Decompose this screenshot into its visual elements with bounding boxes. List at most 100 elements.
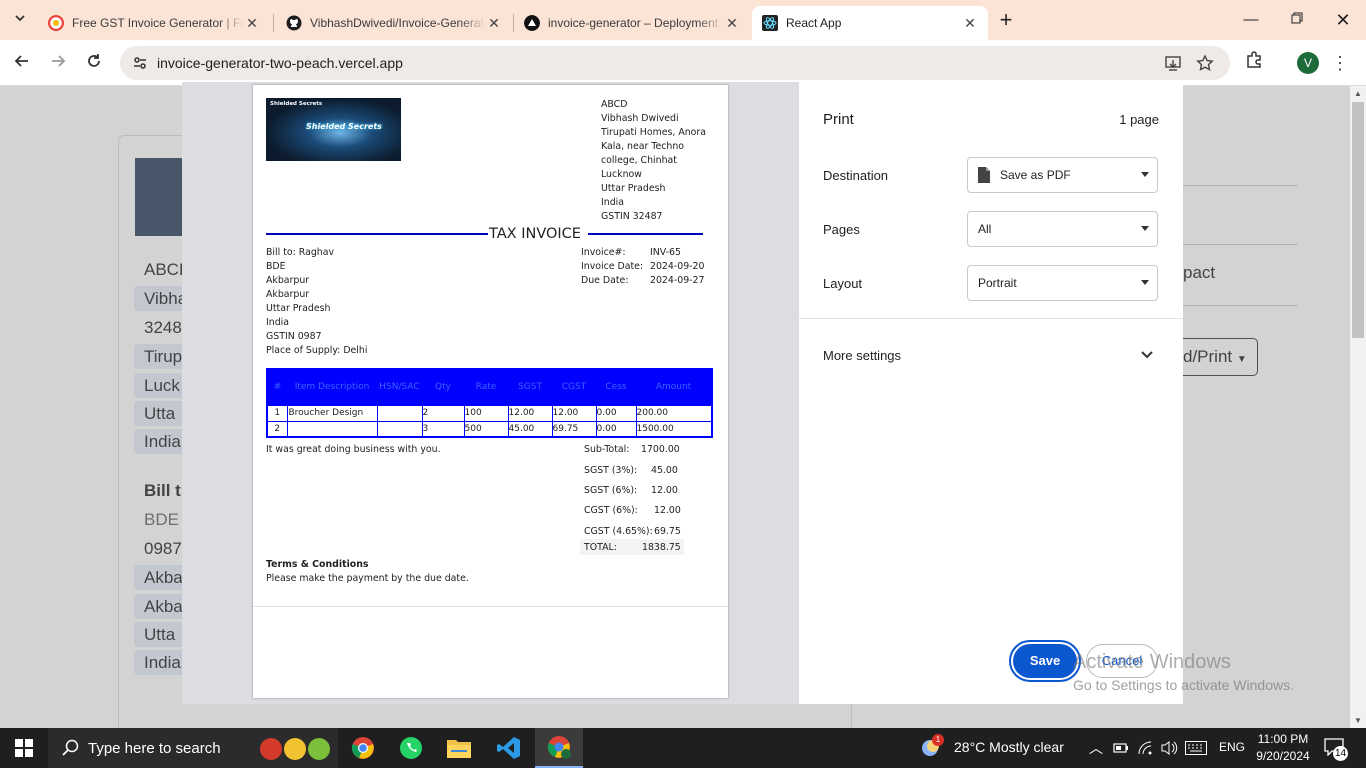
new-tab-button[interactable]: + [993,8,1019,32]
profile-avatar[interactable]: V [1297,52,1319,74]
dropdown-caret-icon [1141,172,1149,177]
layout-value: Portrait [978,276,1017,290]
install-app-icon[interactable] [1164,54,1182,72]
table-cell: 45.00 [507,420,553,438]
page-count: 1 page [1119,112,1159,127]
clock-time[interactable]: 11:00 PM [1252,732,1314,746]
restore-icon[interactable] [1284,8,1310,32]
more-settings-label[interactable]: More settings [823,348,901,363]
chrome-profile-icon [547,736,571,759]
weather-icon[interactable]: 1 [918,734,944,760]
table-cell: 0.00 [595,404,637,422]
tray-chevron-up-icon[interactable]: ︿ [1089,738,1103,758]
seller-line: college, Chinhat [601,155,677,166]
table-cell: 69.75 [551,420,597,438]
close-tab-icon[interactable]: ✕ [962,15,978,32]
bill-to-line: GSTIN 0987 [266,331,322,342]
arrow-right-icon [52,55,66,67]
address-bar[interactable]: invoice-generator-two-peach.vercel.app [120,46,1230,80]
destination-label: Destination [823,168,889,183]
taskbar-vscode[interactable] [485,728,533,768]
table-cell: 1 [266,404,288,422]
table-cell: 12.00 [551,404,597,422]
pages-select[interactable]: All [967,211,1158,247]
tab-react-app[interactable]: React App ✕ [752,6,988,40]
vercel-icon [524,15,540,31]
keyboard-icon[interactable] [1185,741,1207,755]
page-scrollbar[interactable]: ▲ ▼ [1350,86,1366,728]
tax-value: 12.00 [654,505,681,516]
layout-select[interactable]: Portrait [967,265,1158,301]
invoice-date-label: Invoice Date: [581,261,644,272]
minimize-icon[interactable]: — [1238,8,1264,32]
site-settings-icon[interactable] [132,55,148,71]
save-button[interactable]: Save [1009,640,1081,682]
bookmark-star-icon[interactable] [1196,54,1214,72]
battery-icon[interactable] [1113,741,1129,755]
browser-menu-icon[interactable]: ⋮ [1328,51,1352,75]
activation-watermark-subtitle: Go to Settings to activate Windows. [1073,677,1294,693]
close-tab-icon[interactable]: ✕ [244,15,260,32]
terms-heading: Terms & Conditions [266,559,369,570]
table-row: 2 3 500 45.00 69.75 0.00 1500.00 [266,420,713,438]
reload-icon [88,54,100,67]
table-cell: 2 [421,404,465,422]
search-highlight-fruit-icon [260,734,330,762]
arrow-left-icon [14,55,28,67]
chevron-down-icon[interactable] [1141,350,1153,360]
table-cell: 2 [266,420,288,438]
table-header-row: # Item Description HSN/SAC Qty Rate SGST… [267,369,712,405]
table-header-cell: SGST [518,382,542,393]
layout-label: Layout [823,276,863,291]
pages-value: All [978,222,992,236]
forward-button[interactable] [46,51,70,75]
invoice-preview-page: Shielded Secrets Shielded Secrets ABCD V… [253,85,728,698]
tax-label: CGST (6%): [584,505,638,516]
tax-label: CGST (4.65%): [584,526,653,537]
table-header-cell: Rate [475,382,497,393]
taskbar-file-explorer[interactable] [435,728,483,768]
tab-gst-generator[interactable]: Free GST Invoice Generator | Free Invoic… [38,6,270,40]
weather-text[interactable]: 28°C Mostly clear [954,739,1064,755]
save-label: Save [1013,644,1077,678]
whatsapp-icon [400,737,422,759]
title-rule-left [266,233,488,235]
tax-value: 12.00 [651,485,678,496]
tab-search-button[interactable] [8,8,32,32]
language-indicator[interactable]: ENG [1219,740,1245,754]
taskbar-chrome[interactable] [339,728,387,768]
bill-to-line: BDE [266,261,286,272]
taskbar-chrome-profile[interactable] [535,728,583,768]
clock-date[interactable]: 9/20/2024 [1252,749,1314,763]
wifi-icon[interactable] [1137,740,1153,756]
start-button[interactable] [0,728,48,768]
destination-value: Save as PDF [1000,168,1071,182]
notification-count: 14 [1333,746,1348,761]
tab-github[interactable]: VibhashDwivedi/Invoice-Generator ✕ [276,6,512,40]
table-cell: 200.00 [635,404,713,422]
search-placeholder: Type here to search [88,739,221,757]
document-icon [978,167,990,183]
notification-center-icon[interactable]: 14 [1324,738,1348,761]
invoice-date-value: 2024-09-20 [650,261,705,272]
destination-select[interactable]: Save as PDF [967,157,1158,193]
extensions-button[interactable] [1242,51,1266,75]
reload-button[interactable] [82,51,106,75]
close-tab-icon[interactable]: ✕ [486,15,502,32]
back-button[interactable] [10,51,34,75]
logo-text: Shielded Secrets [306,122,382,131]
taskbar-search-box[interactable]: Type here to search [48,728,338,768]
url-text[interactable]: invoice-generator-two-peach.vercel.app [157,55,403,71]
close-tab-icon[interactable]: ✕ [724,15,740,32]
terms-text: Please make the payment by the due date. [266,573,469,584]
print-settings-panel: Print 1 page Destination Save as PDF Pag… [799,82,1183,704]
due-date-label: Due Date: [581,275,629,286]
taskbar-whatsapp[interactable] [387,728,435,768]
table-cell [376,420,423,438]
table-cell: 1500.00 [635,420,713,438]
volume-icon[interactable] [1160,740,1178,756]
tab-vercel[interactable]: invoice-generator – Deployment ✕ [514,6,750,40]
close-window-icon[interactable]: ✕ [1330,8,1356,32]
table-cell: 0.00 [595,420,637,438]
print-title: Print [823,111,854,128]
